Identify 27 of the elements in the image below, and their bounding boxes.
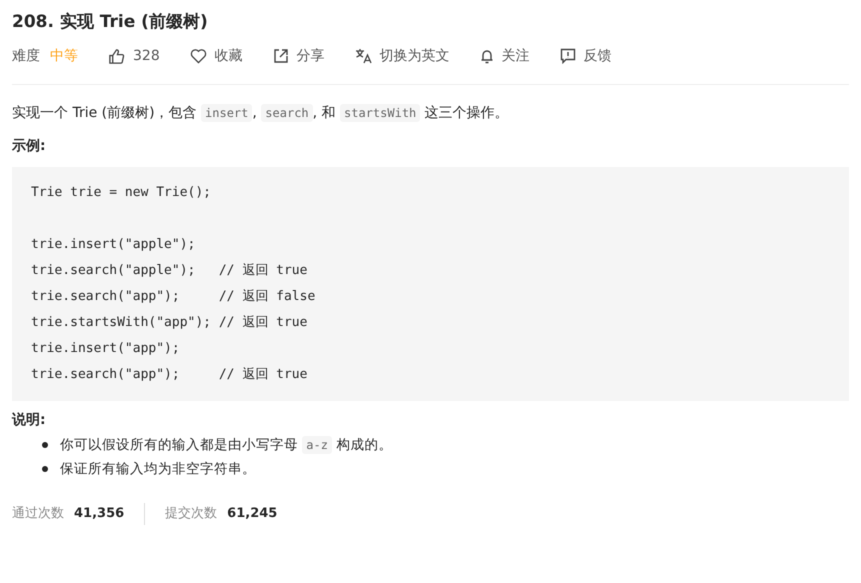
favorite-button[interactable]: 收藏 [190, 47, 243, 65]
bell-icon [480, 48, 494, 64]
follow-button[interactable]: 关注 [480, 47, 530, 65]
feedback-button[interactable]: 反馈 [560, 47, 612, 65]
stat-label: 通过次数 [12, 505, 64, 523]
stat-value: 41,356 [74, 505, 124, 523]
note-item: 你可以假设所有的输入都是由小写字母 a-z 构成的。 [60, 435, 392, 456]
difficulty-value: 中等 [50, 47, 78, 65]
problem-title: 208. 实现 Trie (前缀树) [12, 11, 209, 34]
bullet-icon [42, 466, 48, 472]
code-block: Trie trie = new Trie(); trie.insert("apple"); trie.search("apple"); // 返回 true trie.search("app"); // 返回 false trie.startsWith("app"); // 返回 true trie.insert("app"); trie.search("app"); // 返回 true [12, 167, 849, 401]
feedback-icon [560, 48, 576, 64]
thumbs-up-icon [108, 48, 125, 64]
bullet-icon [42, 442, 48, 448]
difficulty-label: 难度 [12, 47, 40, 65]
notes-heading: 说明: [12, 411, 47, 430]
like-button[interactable]: 328 [108, 48, 160, 64]
translate-icon [354, 48, 372, 64]
description-text: 实现一个 Trie (前缀树)，包含 insert , search , 和 startsWith 这三个操作。 [12, 103, 510, 124]
stat-value: 61,245 [227, 505, 278, 523]
heart-icon [190, 48, 207, 64]
note-item: 保证所有输入均为非空字符串。 [60, 460, 256, 479]
share-button[interactable]: 分享 [272, 47, 325, 65]
example-heading: 示例: [12, 137, 47, 156]
translate-button[interactable]: 切换为英文 [354, 47, 450, 65]
share-icon [272, 48, 289, 64]
stat-label: 提交次数 [165, 505, 218, 523]
